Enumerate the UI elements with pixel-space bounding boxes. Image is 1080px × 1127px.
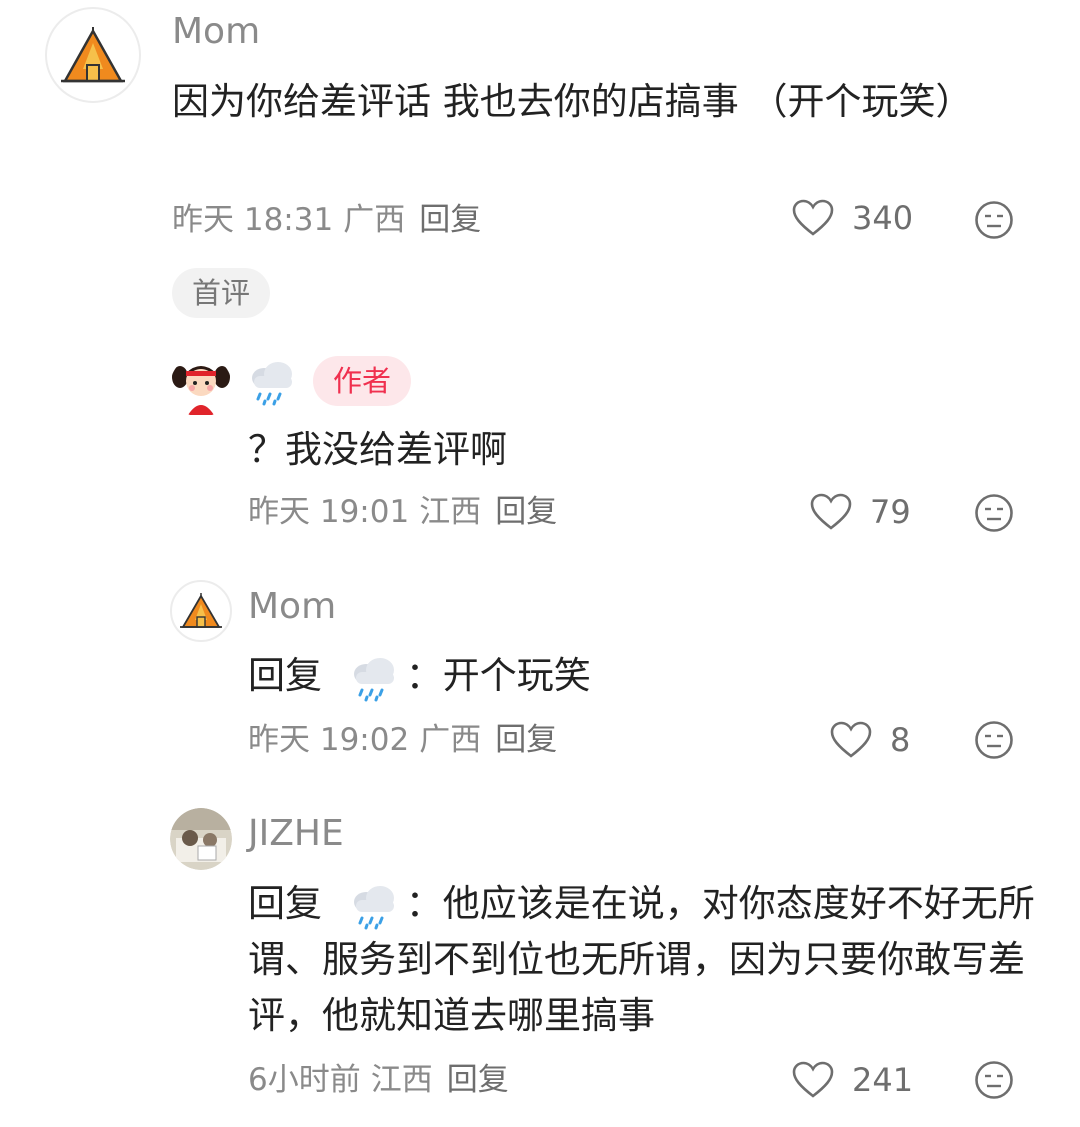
comment-time: 昨天 19:02 (248, 722, 410, 758)
comment-text: 回复 ：他应该是在说，对你态度好不好无所谓、服务到不到位也无所谓，因为只要你敢写… (248, 876, 1048, 1044)
comment-author-name[interactable]: Mom (172, 10, 260, 54)
like-count: 8 (890, 721, 911, 759)
heart-icon (792, 1061, 834, 1098)
reply-button[interactable]: 回复 (447, 1062, 509, 1098)
comment-meta: 昨天 18:31 广西 回复 (172, 200, 481, 240)
girl-avatar-icon (170, 355, 232, 417)
heart-icon (792, 199, 834, 236)
like-count: 340 (852, 199, 914, 237)
comment-meta: 6小时前 江西 回复 (248, 1060, 509, 1100)
heart-icon (830, 721, 872, 758)
dislike-face-icon[interactable] (974, 720, 1014, 760)
reply-button[interactable]: 回复 (495, 494, 557, 530)
like-button[interactable]: 340 (792, 198, 913, 238)
like-button[interactable]: 241 (792, 1060, 913, 1100)
tent-icon (61, 27, 125, 83)
avatar[interactable] (45, 7, 141, 103)
like-button[interactable]: 79 (810, 492, 911, 532)
comment-meta: 昨天 19:02 广西 回复 (248, 720, 557, 760)
first-comment-badge: 首评 (172, 268, 271, 318)
dislike-face-icon[interactable] (974, 493, 1014, 533)
reply-button[interactable]: 回复 (495, 722, 557, 758)
heart-icon (810, 493, 852, 530)
comment-time: 昨天 18:31 (172, 202, 334, 238)
dislike-face-icon[interactable] (974, 200, 1014, 240)
comment-text: 回复 ：开个玩笑 (248, 648, 1028, 704)
comment-time: 6小时前 (248, 1062, 361, 1098)
avatar[interactable] (170, 808, 232, 870)
author-badge: 作者 (313, 356, 412, 406)
reply-prefix: 回复 (248, 654, 322, 697)
comment-location: 广西 (343, 202, 406, 238)
like-button[interactable]: 8 (830, 720, 910, 760)
comment-author-name[interactable]: Mom (248, 585, 336, 629)
comment-text: ？我没给差评啊 (248, 428, 507, 471)
dislike-face-icon[interactable] (974, 1060, 1014, 1100)
like-count: 241 (852, 1061, 914, 1099)
comment-text: 因为你给差评话 我也去你的店搞事 （开个玩笑） (172, 80, 973, 123)
comment-meta: 昨天 19:01 江西 回复 (248, 492, 557, 532)
reply-button[interactable]: 回复 (419, 202, 481, 238)
comment-location: 江西 (370, 1062, 433, 1098)
reply-prefix: 回复 (248, 882, 322, 925)
avatar[interactable] (170, 355, 232, 417)
rain-cloud-emoji (353, 657, 394, 701)
comment-location: 广西 (419, 722, 482, 758)
comment-location: 江西 (419, 494, 482, 530)
rain-cloud-emoji (252, 362, 292, 406)
reply-text: ：开个玩笑 (405, 654, 591, 697)
avatar[interactable] (170, 580, 232, 642)
photo-avatar-icon (170, 808, 232, 870)
comment-author-name[interactable]: JIZHE (248, 812, 344, 856)
rain-cloud-emoji (353, 885, 394, 929)
tent-icon (180, 593, 222, 628)
comment-time: 昨天 19:01 (248, 494, 410, 530)
like-count: 79 (870, 493, 911, 531)
